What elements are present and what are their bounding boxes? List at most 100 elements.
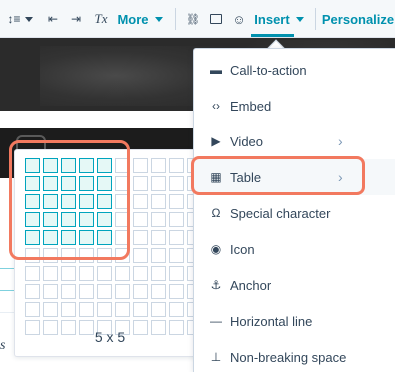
menu-item-label: Special character [230, 205, 331, 221]
menu-item-embed[interactable]: ‹› Embed [194, 88, 395, 124]
image-button[interactable] [206, 0, 226, 38]
link-button[interactable]: ⛓ [184, 0, 202, 38]
table-grid-cell[interactable] [151, 248, 166, 263]
table-grid-cell[interactable] [169, 284, 184, 299]
menu-item-non-breaking-space[interactable]: ⊥ Non-breaking space [194, 339, 395, 372]
table-grid-cell[interactable] [169, 230, 184, 245]
more-label: More [117, 11, 149, 27]
menu-item-call-to-action[interactable]: ▬ Call-to-action [194, 52, 395, 88]
table-grid-cell[interactable] [169, 212, 184, 227]
line-spacing-button[interactable]: ↕≡ [4, 0, 36, 38]
table-grid-cell[interactable] [43, 284, 58, 299]
menu-item-label: Non-breaking space [230, 349, 347, 365]
table-grid-cell[interactable] [151, 212, 166, 227]
toolbar-divider [175, 8, 176, 30]
table-grid-cell[interactable] [169, 158, 184, 173]
table-grid-cell[interactable] [133, 248, 148, 263]
table-grid-cell[interactable] [79, 266, 94, 281]
table-grid-cell[interactable] [115, 284, 130, 299]
table-grid-cell[interactable] [43, 266, 58, 281]
chevron-down-icon [24, 16, 33, 22]
link-icon: ⛓ [186, 13, 200, 26]
outdent-button[interactable]: ⇤ [43, 0, 63, 38]
table-grid-cell[interactable] [169, 176, 184, 191]
table-grid-cell[interactable] [25, 302, 40, 317]
personalize-label: Personalize [321, 11, 395, 27]
menu-item-label: Horizontal line [230, 313, 313, 329]
menu-item-anchor[interactable]: ⚓ Anchor [194, 267, 395, 303]
table-grid-cell[interactable] [25, 266, 40, 281]
table-grid-cell[interactable] [97, 284, 112, 299]
table-grid-cell[interactable] [133, 158, 148, 173]
menu-item-label: Icon [230, 241, 255, 257]
outdent-icon: ⇤ [47, 12, 59, 26]
menu-item-horizontal-line[interactable]: — Horizontal line [194, 303, 395, 339]
table-grid-cell[interactable] [133, 284, 148, 299]
table-grid-cell[interactable] [151, 284, 166, 299]
table-grid-cell[interactable] [79, 284, 94, 299]
table-grid-cell[interactable] [61, 302, 76, 317]
table-grid-cell[interactable] [151, 302, 166, 317]
more-menu-button[interactable]: More [117, 0, 163, 38]
chevron-down-icon [154, 16, 163, 22]
nbsp-icon: ⊥ [210, 350, 222, 364]
table-grid-cell[interactable] [25, 284, 40, 299]
cta-icon: ▬ [210, 63, 222, 77]
indent-icon: ⇥ [70, 12, 82, 26]
table-grid-cell[interactable] [169, 302, 184, 317]
insert-label: Insert [254, 11, 290, 27]
insert-active-indicator [251, 34, 294, 37]
menu-item-label: Video [230, 133, 264, 149]
table-grid-cell[interactable] [133, 266, 148, 281]
toolbar-divider [315, 8, 316, 30]
image-icon [210, 14, 222, 24]
horizontal-line-icon: — [210, 314, 222, 328]
table-size-label: 5 x 5 [94, 329, 126, 345]
table-grid-cell[interactable] [133, 176, 148, 191]
table-grid-cell[interactable] [97, 266, 112, 281]
table-grid-cell[interactable] [61, 284, 76, 299]
table-grid-cell[interactable] [133, 302, 148, 317]
chevron-down-icon [295, 16, 304, 22]
table-grid-cell[interactable] [133, 212, 148, 227]
embed-icon: ‹› [212, 99, 220, 113]
grid-selection-highlight [9, 140, 130, 260]
body-text: s [0, 338, 6, 353]
table-grid-cell[interactable] [115, 302, 130, 317]
rich-text-toolbar: ↕≡ ⇤ ⇥ Tx More ⛓ ☺ Insert Personalize [0, 0, 395, 38]
table-grid-cell[interactable] [97, 302, 112, 317]
line-spacing-icon: ↕≡ [7, 12, 21, 26]
clear-formatting-icon: Tx [94, 11, 108, 26]
table-grid-cell[interactable] [115, 266, 130, 281]
table-grid-cell[interactable] [169, 248, 184, 263]
smiley-icon: ☺ [232, 11, 246, 27]
table-grid-cell[interactable] [151, 230, 166, 245]
anchor-icon: ⚓ [210, 278, 222, 292]
indent-button[interactable]: ⇥ [66, 0, 86, 38]
clear-formatting-button[interactable]: Tx [90, 0, 112, 38]
menu-item-label: Call-to-action [230, 62, 307, 78]
video-icon: ▶ [211, 134, 221, 148]
table-grid-cell[interactable] [151, 194, 166, 209]
menu-item-icon[interactable]: ◉ Icon [194, 231, 395, 267]
table-grid-cell[interactable] [151, 176, 166, 191]
menu-item-special-character[interactable]: Ω Special character [194, 195, 395, 231]
chevron-right-icon: › [338, 133, 343, 149]
table-grid-cell[interactable] [151, 266, 166, 281]
menu-item-label: Anchor [230, 277, 272, 293]
table-grid-cell[interactable] [169, 194, 184, 209]
insert-dropdown-menu: ▬ Call-to-action ‹› Embed ▶ Video › ▦ Table › Ω Spe… [193, 48, 395, 372]
table-grid-cell[interactable] [79, 302, 94, 317]
table-grid-cell[interactable] [43, 302, 58, 317]
omega-icon: Ω [211, 206, 221, 220]
menu-item-video[interactable]: ▶ Video › [194, 123, 395, 159]
emoji-button[interactable]: ☺ [230, 0, 248, 38]
table-grid-cell[interactable] [133, 194, 148, 209]
personalize-button[interactable]: Personalize [322, 0, 394, 38]
table-grid-cell[interactable] [169, 266, 184, 281]
insert-menu-button[interactable]: Insert [253, 0, 305, 38]
icon-icon: ◉ [210, 242, 222, 256]
table-grid-cell[interactable] [133, 230, 148, 245]
table-grid-cell[interactable] [61, 266, 76, 281]
table-grid-cell[interactable] [151, 158, 166, 173]
